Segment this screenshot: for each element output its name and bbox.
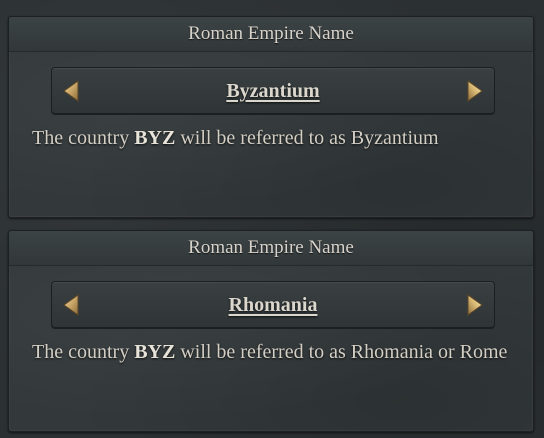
selected-name-link[interactable]: Byzantium (92, 68, 454, 114)
panel-title: Roman Empire Name (9, 17, 533, 52)
name-selector: Byzantium (51, 67, 495, 115)
selected-name-link[interactable]: Rhomania (92, 282, 454, 328)
triangle-right-icon[interactable] (466, 80, 484, 102)
triangle-left-icon[interactable] (62, 294, 80, 316)
panel-title: Roman Empire Name (9, 231, 533, 266)
description-prefix: The country (32, 127, 135, 149)
name-option-panel-rhomania: Roman Empire Name Rhomania The country B… (8, 230, 534, 432)
name-option-panel-byzantium: Roman Empire Name Byzantium The country … (8, 16, 534, 218)
name-description: The country BYZ will be referred to as B… (32, 127, 439, 150)
name-description: The country BYZ will be referred to as R… (32, 341, 507, 364)
country-tag: BYZ (134, 127, 176, 149)
description-suffix: will be referred to as Byzantium (175, 127, 439, 149)
triangle-right-icon[interactable] (466, 294, 484, 316)
country-tag: BYZ (134, 341, 176, 363)
name-selector: Rhomania (51, 281, 495, 329)
description-suffix: will be referred to as Rhomania or Rome (175, 341, 508, 363)
description-prefix: The country (32, 341, 135, 363)
triangle-left-icon[interactable] (62, 80, 80, 102)
